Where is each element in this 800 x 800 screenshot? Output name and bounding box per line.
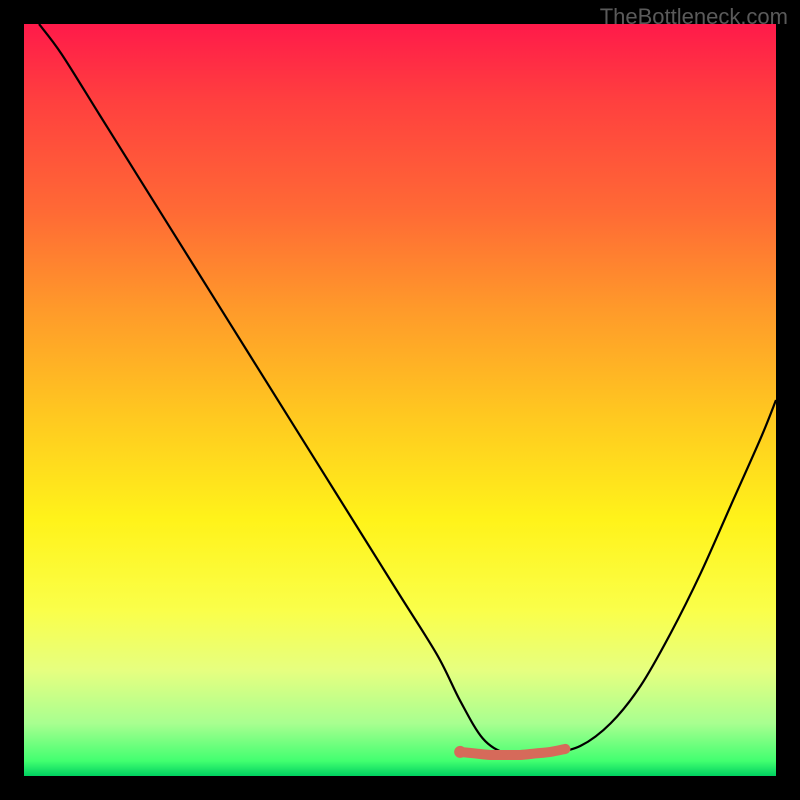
watermark-text: TheBottleneck.com — [600, 4, 788, 30]
bottleneck-curve — [39, 24, 776, 757]
optimal-range-marker — [460, 749, 565, 755]
chart-area — [24, 24, 776, 776]
marker-dot — [454, 746, 466, 758]
chart-svg — [24, 24, 776, 776]
